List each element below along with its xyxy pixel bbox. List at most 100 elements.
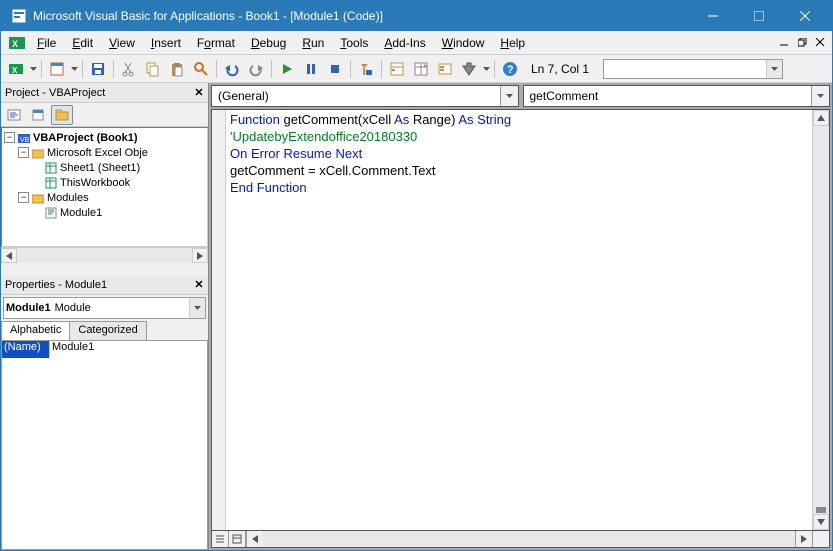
menu-addins[interactable]: Add-Ins [376, 34, 433, 52]
view-object-button[interactable] [27, 105, 49, 125]
vba-app-icon [11, 8, 27, 24]
object-combo-value: (General) [218, 89, 269, 103]
find-button[interactable] [190, 58, 212, 80]
titlebar: Microsoft Visual Basic for Applications … [1, 1, 832, 31]
procedure-combo[interactable]: getComment [523, 85, 831, 107]
folder-icon [31, 191, 45, 205]
scroll-left-icon[interactable] [1, 248, 17, 263]
svg-text:X: X [12, 39, 18, 49]
scroll-right-icon[interactable] [192, 248, 208, 263]
sizegrip [812, 531, 829, 547]
properties-object-combo[interactable]: Module1 Module [3, 297, 206, 319]
save-button[interactable] [87, 58, 109, 80]
menu-window[interactable]: Window [434, 34, 493, 52]
project-tree[interactable]: −VBVBAProject (Book1) −Microsoft Excel O… [1, 127, 208, 247]
minimize-button[interactable] [690, 1, 736, 31]
toolbar-combo[interactable] [603, 59, 783, 79]
tree-module1[interactable]: Module1 [60, 207, 102, 219]
chevron-down-icon [189, 298, 205, 318]
menu-run[interactable]: Run [294, 34, 332, 52]
collapse-icon[interactable]: − [4, 132, 15, 143]
menu-insert[interactable]: Insert [143, 34, 189, 52]
undo-button[interactable] [221, 58, 243, 80]
scroll-left-icon[interactable] [246, 531, 263, 547]
prop-name-cell[interactable]: (Name) [2, 341, 50, 358]
project-explorer-button[interactable] [386, 58, 408, 80]
excel-icon[interactable]: X [9, 35, 25, 51]
project-toolbar [1, 103, 208, 127]
tree-hscrollbar[interactable] [1, 247, 208, 263]
properties-grid[interactable]: (Name) Module1 [1, 340, 208, 550]
object-combo[interactable]: (General) [211, 85, 519, 107]
tree-sheet1[interactable]: Sheet1 (Sheet1) [60, 162, 140, 174]
window-title: Microsoft Visual Basic for Applications … [33, 9, 690, 23]
prop-value-cell[interactable]: Module1 [50, 341, 207, 358]
scroll-down-icon[interactable] [813, 514, 829, 530]
view-code-button[interactable] [3, 105, 25, 125]
menu-help[interactable]: Help [492, 34, 533, 52]
svg-text:X: X [12, 66, 18, 75]
project-close-button[interactable]: ✕ [190, 84, 208, 102]
prop-obj-type: Module [51, 302, 189, 314]
menu-view[interactable]: View [101, 34, 143, 52]
dropdown-arrow-icon[interactable] [29, 67, 37, 71]
project-icon: VB [17, 131, 31, 145]
redo-button[interactable] [245, 58, 267, 80]
scroll-up-icon[interactable] [813, 110, 829, 126]
tree-modules[interactable]: Modules [47, 192, 89, 204]
copy-button[interactable] [142, 58, 164, 80]
run-button[interactable] [276, 58, 298, 80]
module-icon [44, 206, 58, 220]
full-module-view-button[interactable] [229, 531, 246, 547]
properties-close-button[interactable]: ✕ [190, 276, 208, 294]
dropdown-arrow-icon[interactable] [70, 67, 78, 71]
code-margin [212, 110, 226, 530]
procedure-combo-value: getComment [530, 89, 599, 103]
close-button[interactable] [782, 1, 828, 31]
maximize-button[interactable] [736, 1, 782, 31]
sheet-icon [44, 161, 58, 175]
menubar: X File Edit View Insert Format Debug Run… [1, 31, 832, 55]
project-pane-header: Project - VBAProject ✕ [1, 83, 208, 103]
mdi-restore-button[interactable] [794, 35, 810, 51]
break-button[interactable] [300, 58, 322, 80]
menu-file[interactable]: File [29, 34, 64, 52]
svg-text:VB: VB [20, 137, 30, 144]
cut-button[interactable] [118, 58, 140, 80]
code-hscrollbar[interactable] [263, 531, 795, 547]
properties-button[interactable] [410, 58, 432, 80]
paste-button[interactable] [166, 58, 188, 80]
code-vscrollbar[interactable] [812, 110, 829, 530]
tree-project[interactable]: VBAProject (Book1) [33, 132, 138, 144]
cursor-position: Ln 7, Col 1 [523, 62, 597, 76]
toolbox-button[interactable] [458, 58, 480, 80]
workbook-icon [44, 176, 58, 190]
chevron-down-icon [500, 86, 518, 106]
code-editor[interactable]: Function getComment(xCell As Range) As S… [226, 110, 812, 530]
scroll-right-icon[interactable] [795, 531, 812, 547]
insert-button[interactable] [46, 58, 68, 80]
toggle-folders-button[interactable] [51, 105, 73, 125]
collapse-icon[interactable]: − [18, 192, 29, 203]
tab-alphabetic[interactable]: Alphabetic [1, 321, 70, 341]
toolbar: X ? Ln 7, Col 1 [1, 55, 832, 83]
help-button[interactable]: ? [499, 58, 521, 80]
mdi-minimize-button[interactable] [776, 35, 792, 51]
reset-button[interactable] [324, 58, 346, 80]
view-excel-button[interactable]: X [5, 58, 27, 80]
tab-categorized[interactable]: Categorized [69, 321, 146, 341]
menu-tools[interactable]: Tools [332, 34, 376, 52]
object-browser-button[interactable] [434, 58, 456, 80]
mdi-close-button[interactable] [812, 35, 828, 51]
menu-debug[interactable]: Debug [243, 34, 294, 52]
menu-edit[interactable]: Edit [64, 34, 101, 52]
tree-excel-objects[interactable]: Microsoft Excel Obje [47, 147, 148, 159]
svg-text:?: ? [507, 64, 514, 76]
menu-format[interactable]: Format [189, 34, 243, 52]
properties-pane-header: Properties - Module1 ✕ [1, 275, 208, 295]
design-mode-button[interactable] [355, 58, 377, 80]
collapse-icon[interactable]: − [18, 147, 29, 158]
tree-thisworkbook[interactable]: ThisWorkbook [60, 177, 130, 189]
dropdown-arrow-icon[interactable] [482, 67, 490, 71]
procedure-view-button[interactable] [212, 531, 229, 547]
